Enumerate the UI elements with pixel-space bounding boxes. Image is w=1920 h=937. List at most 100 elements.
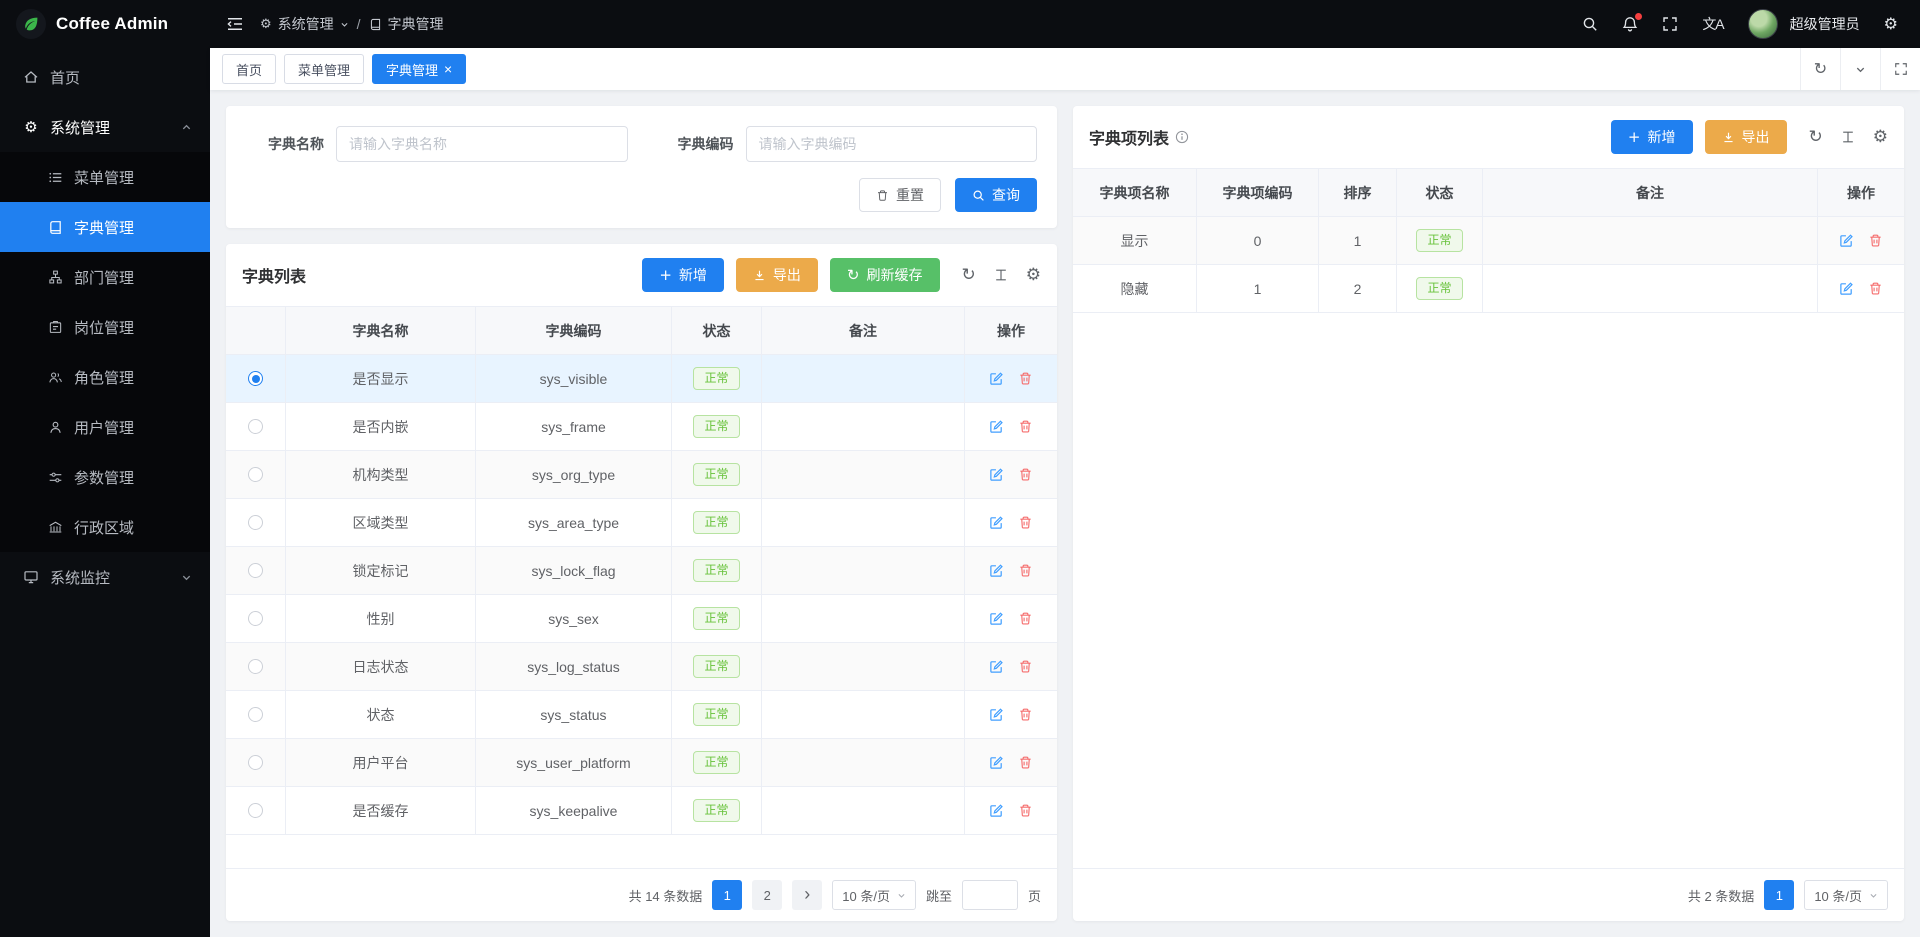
next-page-icon[interactable]: › (792, 880, 822, 910)
translate-icon[interactable]: 文A (1702, 14, 1723, 34)
row-radio[interactable] (248, 467, 263, 482)
sidebar-item-dict-management[interactable]: 字典管理 (0, 202, 210, 252)
sidebar-item-user-management[interactable]: 用户管理 (0, 402, 210, 452)
table-row[interactable]: 锁定标记 sys_lock_flag 正常 (226, 547, 1057, 595)
table-row[interactable]: 是否内嵌 sys_frame 正常 (226, 403, 1057, 451)
edit-icon[interactable] (989, 467, 1004, 482)
row-radio[interactable] (248, 419, 263, 434)
table-density-icon[interactable] (994, 268, 1008, 282)
notification-bell-icon[interactable] (1622, 16, 1638, 32)
delete-icon[interactable] (1018, 467, 1033, 482)
table-row[interactable]: 日志状态 sys_log_status 正常 (226, 643, 1057, 691)
dict-name-cell: 状态 (286, 691, 476, 738)
delete-icon[interactable] (1018, 371, 1033, 386)
table-row[interactable]: 隐藏 1 2 正常 (1073, 265, 1904, 313)
delete-icon[interactable] (1868, 233, 1883, 248)
refresh-cache-button[interactable]: ↻ 刷新缓存 (830, 258, 940, 292)
delete-icon[interactable] (1018, 515, 1033, 530)
row-radio[interactable] (248, 755, 263, 770)
table-row[interactable]: 用户平台 sys_user_platform 正常 (226, 739, 1057, 787)
caret-down-icon (897, 891, 906, 900)
sidebar-item-role-management[interactable]: 角色管理 (0, 352, 210, 402)
sidebar-item-post-management[interactable]: 岗位管理 (0, 302, 210, 352)
tab-home[interactable]: 首页 (222, 54, 276, 84)
item-name-cell: 显示 (1073, 217, 1197, 264)
page-size-select[interactable]: 10 条/页 (1804, 880, 1888, 910)
row-radio[interactable] (248, 659, 263, 674)
sidebar-item-dept-management[interactable]: 部门管理 (0, 252, 210, 302)
edit-icon[interactable] (989, 419, 1004, 434)
table-row[interactable]: 性别 sys_sex 正常 (226, 595, 1057, 643)
edit-icon[interactable] (989, 611, 1004, 626)
sidebar-item-system-management[interactable]: ⚙ 系统管理 (0, 102, 210, 152)
delete-icon[interactable] (1018, 803, 1033, 818)
edit-icon[interactable] (989, 563, 1004, 578)
sidebar-item-system-monitor[interactable]: 系统监控 (0, 552, 210, 602)
delete-icon[interactable] (1868, 281, 1883, 296)
sidebar-item-home[interactable]: 首页 (0, 52, 210, 102)
export-dict-button[interactable]: 导出 (736, 258, 818, 292)
row-radio[interactable] (248, 371, 263, 386)
table-settings-icon[interactable]: ⚙ (1873, 129, 1888, 146)
edit-icon[interactable] (1839, 281, 1854, 296)
table-row[interactable]: 状态 sys_status 正常 (226, 691, 1057, 739)
tabs-refresh-icon[interactable]: ↻ (1800, 48, 1840, 90)
delete-icon[interactable] (1018, 659, 1033, 674)
table-row[interactable]: 是否显示 sys_visible 正常 (226, 355, 1057, 403)
page-button-2[interactable]: 2 (752, 880, 782, 910)
page-button-1[interactable]: 1 (712, 880, 742, 910)
tabs-menu-chevron-icon[interactable] (1840, 48, 1880, 90)
export-dict-item-button[interactable]: 导出 (1705, 120, 1787, 154)
search-icon[interactable] (1582, 16, 1598, 32)
breadcrumb-section[interactable]: ⚙ 系统管理 (260, 14, 349, 34)
user-name[interactable]: 超级管理员 (1790, 14, 1860, 34)
edit-icon[interactable] (989, 371, 1004, 386)
table-density-icon[interactable] (1841, 130, 1855, 144)
page-button-1[interactable]: 1 (1764, 880, 1794, 910)
table-refresh-icon[interactable]: ↻ (962, 267, 976, 284)
info-icon[interactable] (1175, 130, 1189, 144)
row-radio[interactable] (248, 611, 263, 626)
table-row[interactable]: 机构类型 sys_org_type 正常 (226, 451, 1057, 499)
sidebar-item-menu-management[interactable]: 菜单管理 (0, 152, 210, 202)
sidebar-item-admin-region[interactable]: 行政区域 (0, 502, 210, 552)
jump-page-input[interactable] (962, 880, 1018, 910)
delete-icon[interactable] (1018, 707, 1033, 722)
add-dict-button[interactable]: + 新增 (642, 258, 724, 292)
edit-icon[interactable] (989, 755, 1004, 770)
add-dict-item-button[interactable]: + 新增 (1611, 120, 1693, 154)
row-radio[interactable] (248, 515, 263, 530)
row-radio[interactable] (248, 803, 263, 818)
dict-code-input[interactable] (746, 126, 1038, 162)
tab-menu-management[interactable]: 菜单管理 (284, 54, 364, 84)
row-radio[interactable] (248, 563, 263, 578)
edit-icon[interactable] (989, 707, 1004, 722)
edit-icon[interactable] (989, 659, 1004, 674)
delete-icon[interactable] (1018, 611, 1033, 626)
table-refresh-icon[interactable]: ↻ (1809, 129, 1823, 146)
delete-icon[interactable] (1018, 563, 1033, 578)
fullscreen-icon[interactable] (1662, 16, 1678, 32)
breadcrumb-page[interactable]: 字典管理 (369, 14, 444, 34)
reset-button[interactable]: 重置 (859, 178, 941, 212)
edit-icon[interactable] (1839, 233, 1854, 248)
tab-dict-management[interactable]: 字典管理 × (372, 54, 466, 84)
avatar[interactable] (1748, 9, 1778, 39)
content-fullscreen-icon[interactable] (1880, 48, 1920, 90)
row-radio[interactable] (248, 707, 263, 722)
sidebar-collapse-icon[interactable] (226, 15, 244, 33)
table-row[interactable]: 区域类型 sys_area_type 正常 (226, 499, 1057, 547)
delete-icon[interactable] (1018, 419, 1033, 434)
table-row[interactable]: 是否缓存 sys_keepalive 正常 (226, 787, 1057, 835)
query-button[interactable]: 查询 (955, 178, 1037, 212)
edit-icon[interactable] (989, 803, 1004, 818)
dict-name-input[interactable] (336, 126, 628, 162)
table-settings-icon[interactable]: ⚙ (1026, 267, 1041, 284)
delete-icon[interactable] (1018, 755, 1033, 770)
sidebar-item-param-management[interactable]: 参数管理 (0, 452, 210, 502)
page-size-select[interactable]: 10 条/页 (832, 880, 916, 910)
tab-close-icon[interactable]: × (444, 62, 452, 76)
edit-icon[interactable] (989, 515, 1004, 530)
settings-gear-icon[interactable]: ⚙ (1884, 16, 1898, 32)
table-row[interactable]: 显示 0 1 正常 (1073, 217, 1904, 265)
